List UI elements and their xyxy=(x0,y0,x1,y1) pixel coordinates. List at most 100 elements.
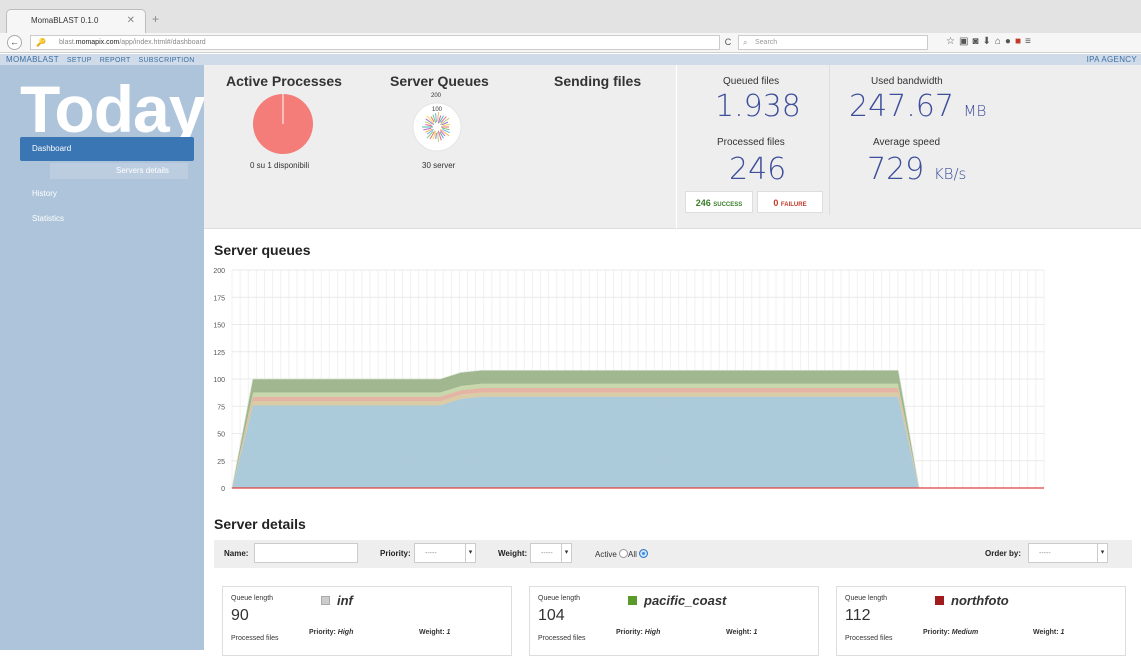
failure-badge: 0 FAILURE xyxy=(757,191,823,213)
browser-search-input[interactable]: ⌕ Search xyxy=(738,35,928,50)
y-tick-label: 175 xyxy=(213,295,225,302)
weight-value: 1 xyxy=(753,629,758,636)
weight-filter-label: Weight: xyxy=(498,549,528,558)
order-by-value: ----- xyxy=(1039,550,1051,557)
home-icon[interactable]: ⌂ xyxy=(995,36,1005,47)
used-bandwidth-unit: MB xyxy=(963,102,987,120)
new-tab-icon[interactable]: + xyxy=(152,12,159,26)
server-color-swatch xyxy=(935,596,944,605)
agency-link[interactable]: IPA AGENCY xyxy=(1087,54,1137,65)
weight-value: 1 xyxy=(446,629,451,636)
server-details-heading: Server details xyxy=(214,516,306,532)
active-radio[interactable] xyxy=(619,549,629,558)
priority-filter-label: Priority: xyxy=(380,549,411,558)
chat-icon[interactable]: ● xyxy=(1005,36,1015,47)
sidebar-item-servers-details[interactable]: Servers details xyxy=(50,163,188,179)
search-placeholder: Search xyxy=(755,39,778,46)
server-card[interactable]: Queue length 104 Processed files pacific… xyxy=(529,586,819,656)
url-path: /app/index.html#/dashboard xyxy=(119,39,206,46)
y-tick-label: 50 xyxy=(217,432,225,439)
y-tick-label: 0 xyxy=(221,486,225,493)
tab-title: MomaBLAST 0.1.0 xyxy=(31,16,99,25)
bookmark-star-icon[interactable]: ☆ xyxy=(946,36,959,47)
processed-files-value: 246 xyxy=(729,152,787,187)
y-tick-label: 125 xyxy=(213,350,225,357)
sidebar-item-statistics[interactable]: Statistics xyxy=(32,214,64,223)
average-speed-unit: KB/s xyxy=(933,165,967,183)
name-filter-input[interactable] xyxy=(254,543,358,563)
close-tab-icon[interactable]: ✕ xyxy=(127,15,135,26)
bookmarks-icon[interactable]: ▣ xyxy=(959,36,972,47)
server-queues-caption: 30 server xyxy=(422,161,456,170)
all-radio[interactable] xyxy=(639,549,649,558)
server-priority: Priority: High xyxy=(309,629,353,636)
brand-link[interactable]: MomaBLAST xyxy=(6,55,59,64)
active-filter-label: Active xyxy=(595,550,617,559)
app-menubar: MomaBLAST SETUP REPORT SUBSCRIPTION IPA … xyxy=(0,54,1141,65)
browser-navbar: ← 🔑 blast.momapix.com/app/index.html#/da… xyxy=(0,33,1141,53)
used-bandwidth-label: Used bandwidth xyxy=(871,76,943,87)
server-queues-heading: Server queues xyxy=(214,242,311,258)
browser-tabbar: MomaBLAST 0.1.0 ✕ + xyxy=(0,0,1141,33)
sidebar-item-dashboard[interactable]: Dashboard xyxy=(20,137,194,161)
priority-label: Priority: xyxy=(309,629,336,636)
priority-filter-value: ----- xyxy=(425,550,437,557)
gauge-spoke xyxy=(435,132,437,139)
queued-files-value: 1.938 xyxy=(715,89,801,124)
used-bandwidth-value: 247.67 MB xyxy=(849,89,986,124)
address-bar[interactable]: 🔑 blast.momapix.com/app/index.html#/dash… xyxy=(30,35,720,50)
pocket-icon[interactable]: ◙ xyxy=(972,36,982,47)
server-card[interactable]: Queue length 112 Processed files northfo… xyxy=(836,586,1126,656)
all-filter-label: All xyxy=(628,550,637,559)
success-badge: 246 SUCCESS xyxy=(685,191,753,213)
weight-filter-select[interactable]: ----- ▾ xyxy=(530,543,572,563)
reload-icon[interactable]: C xyxy=(720,35,736,50)
server-card[interactable]: Queue length 90 Processed files inf Prio… xyxy=(222,586,512,656)
active-processes-pie xyxy=(253,94,313,154)
queue-length-label: Queue length xyxy=(231,595,274,602)
priority-filter-select[interactable]: ----- ▾ xyxy=(414,543,476,563)
extension-icon[interactable]: ■ xyxy=(1015,36,1025,47)
success-label: SUCCESS xyxy=(713,202,743,208)
chevron-down-icon: ▾ xyxy=(465,544,475,562)
order-by-label: Order by: xyxy=(985,549,1022,558)
server-name: northfoto xyxy=(951,593,1009,608)
toolbar-icons: ☆▣◙⬇⌂●■≡ xyxy=(946,36,1035,47)
menu-setup[interactable]: SETUP xyxy=(67,57,92,64)
order-by-select[interactable]: ----- ▾ xyxy=(1028,543,1108,563)
search-icon: ⌕ xyxy=(743,38,748,47)
weight-label: Weight: xyxy=(419,629,445,636)
weight-label: Weight: xyxy=(1033,629,1059,636)
processed-files-label: Processed files xyxy=(538,635,586,642)
priority-value: High xyxy=(337,629,354,636)
back-arrow-icon[interactable]: ← xyxy=(7,35,22,50)
used-bandwidth-number: 247.67 xyxy=(849,89,954,124)
weight-value: 1 xyxy=(1060,629,1065,636)
lock-icon: 🔑 xyxy=(36,38,46,47)
menu-report[interactable]: REPORT xyxy=(100,57,131,64)
queue-length-value: 90 xyxy=(231,607,249,624)
url-prefix: blast. xyxy=(59,39,76,46)
chevron-down-icon: ▾ xyxy=(1097,544,1107,562)
weight-filter-value: ----- xyxy=(541,550,553,557)
server-queues-chart: 0 25 50 75 100 125 150 175 200 xyxy=(213,268,1045,493)
download-icon[interactable]: ⬇ xyxy=(982,36,994,47)
server-weight: Weight: 1 xyxy=(419,629,450,636)
priority-label: Priority: xyxy=(923,629,950,636)
failure-count: 0 xyxy=(773,198,779,208)
queue-length-value: 112 xyxy=(845,607,871,624)
y-tick-label: 100 xyxy=(213,377,225,384)
weight-label: Weight: xyxy=(726,629,752,636)
server-name: pacific_coast xyxy=(644,593,727,608)
average-speed-number: 729 xyxy=(867,152,925,187)
filter-bar: Name: Priority: ----- ▾ Weight: ----- ▾ Ac… xyxy=(214,540,1132,568)
server-priority: Priority: Medium xyxy=(923,629,978,636)
browser-tab[interactable]: MomaBLAST 0.1.0 ✕ xyxy=(6,9,146,33)
average-speed-label: Average speed xyxy=(873,137,941,148)
menu-icon[interactable]: ≡ xyxy=(1025,36,1035,47)
average-speed-value: 729 KB/s xyxy=(867,152,966,187)
sidebar-item-history[interactable]: History xyxy=(32,189,57,198)
server-queues-title: Server Queues xyxy=(390,73,489,89)
active-processes-title: Active Processes xyxy=(226,73,342,89)
menu-subscription[interactable]: SUBSCRIPTION xyxy=(138,57,194,64)
